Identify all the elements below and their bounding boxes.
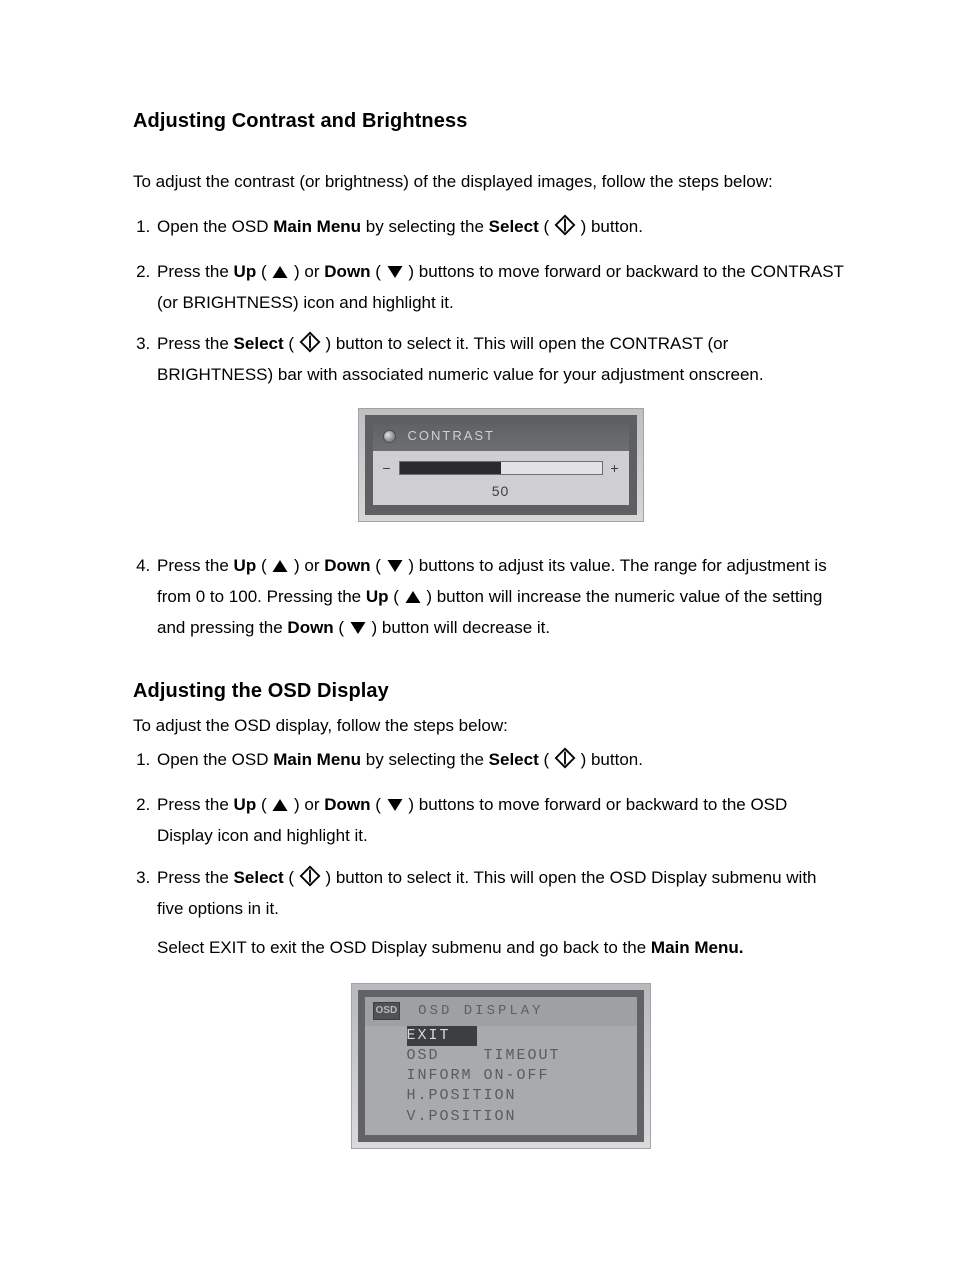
bold: Up (234, 262, 257, 281)
up-triangle-icon (271, 795, 289, 822)
contrast-panel-inner: CONTRAST − + 50 (365, 415, 637, 515)
intro-osd: To adjust the OSD display, follow the st… (133, 713, 844, 739)
step-2: Press the Up ( ) or Down ( ) buttons to … (155, 791, 844, 849)
steps-contrast: Open the OSD Main Menu by selecting the … (133, 213, 844, 646)
osd-title: OSD DISPLAY (418, 1000, 543, 1022)
text: ( (284, 334, 299, 353)
bold: Up (234, 556, 257, 575)
figure-contrast-panel: CONTRAST − + 50 (157, 408, 844, 522)
text: ( (539, 217, 554, 236)
text: Press the (157, 262, 234, 281)
text: ( (371, 262, 386, 281)
step-2: Press the Up ( ) or Down ( ) buttons to … (155, 258, 844, 316)
bold: Down (324, 262, 370, 281)
step-1: Open the OSD Main Menu by selecting the … (155, 213, 844, 244)
select-icon (299, 865, 321, 895)
bold: Main Menu (273, 217, 361, 236)
contrast-bar-fill (400, 462, 501, 474)
step-3: Press the Select ( ) button to select it… (155, 864, 844, 1149)
bold: Up (234, 795, 257, 814)
contrast-bar (399, 461, 603, 475)
text: ( (389, 587, 404, 606)
contrast-panel: CONTRAST − + 50 (358, 408, 644, 522)
heading-contrast-brightness: Adjusting Contrast and Brightness (133, 110, 844, 133)
select-icon (554, 747, 576, 777)
text: by selecting the (361, 217, 489, 236)
figure-osd-panel: OSD OSD DISPLAY EXIT OSD TIMEOUT INFORM … (157, 983, 844, 1149)
select-icon (554, 214, 576, 244)
up-triangle-icon (271, 262, 289, 289)
osd-panel: OSD OSD DISPLAY EXIT OSD TIMEOUT INFORM … (351, 983, 651, 1149)
select-icon (299, 331, 321, 361)
down-triangle-icon (386, 556, 404, 583)
contrast-title: CONTRAST (408, 426, 496, 447)
text: Press the (157, 795, 234, 814)
osd-title-row: OSD OSD DISPLAY (365, 997, 637, 1025)
text: ( (334, 618, 349, 637)
text: ( (539, 750, 554, 769)
text: ( (371, 556, 386, 575)
contrast-panel-header: CONTRAST (373, 423, 629, 451)
osd-item-timeout: OSD TIMEOUT (407, 1046, 637, 1066)
down-triangle-icon (386, 795, 404, 822)
step-1: Open the OSD Main Menu by selecting the … (155, 746, 844, 777)
step-4: Press the Up ( ) or Down ( ) buttons to … (155, 552, 844, 646)
text: Press the (157, 868, 234, 887)
heading-osd-display: Adjusting the OSD Display (133, 680, 844, 703)
osd-badge-icon: OSD (373, 1002, 401, 1020)
text: ( (256, 262, 271, 281)
contrast-value: 50 (373, 480, 629, 505)
bold: Main Menu. (651, 938, 744, 957)
text: by selecting the (361, 750, 489, 769)
text: ) or (289, 556, 324, 575)
text: ) or (289, 262, 324, 281)
text: ) button will decrease it. (367, 618, 550, 637)
minus-label: − (381, 457, 393, 479)
text: ) button. (576, 217, 643, 236)
bold: Select (489, 750, 539, 769)
bold: Down (324, 556, 370, 575)
text: Press the (157, 334, 234, 353)
text: Select EXIT to exit the OSD Display subm… (157, 938, 651, 957)
bold: Down (287, 618, 333, 637)
text: ( (371, 795, 386, 814)
osd-item-inform: INFORM ON-OFF (407, 1066, 637, 1086)
down-triangle-icon (349, 618, 367, 645)
osd-item-hposition: H.POSITION (407, 1086, 637, 1106)
text: ( (256, 556, 271, 575)
bold: Select (234, 868, 284, 887)
text: ( (284, 868, 299, 887)
contrast-disc-icon (383, 430, 396, 443)
osd-item-exit: EXIT (407, 1026, 477, 1046)
step-3: Press the Select ( ) button to select it… (155, 330, 844, 522)
bold: Down (324, 795, 370, 814)
text: Open the OSD (157, 750, 273, 769)
bold: Select (234, 334, 284, 353)
document-page: Adjusting Contrast and Brightness To adj… (0, 0, 954, 1283)
osd-item-vposition: V.POSITION (407, 1107, 637, 1127)
down-triangle-icon (386, 262, 404, 289)
text: ) button. (576, 750, 643, 769)
contrast-slider-row: − + (373, 451, 629, 479)
exit-note: Select EXIT to exit the OSD Display subm… (157, 934, 844, 961)
osd-menu-list: EXIT OSD TIMEOUT INFORM ON-OFF H.POSITIO… (365, 1026, 637, 1135)
intro-contrast: To adjust the contrast (or brightness) o… (133, 169, 844, 195)
plus-label: + (609, 457, 621, 479)
bold: Up (366, 587, 389, 606)
steps-osd: Open the OSD Main Menu by selecting the … (133, 746, 844, 1149)
text: Open the OSD (157, 217, 273, 236)
text: Press the (157, 556, 234, 575)
bold: Select (489, 217, 539, 236)
text: ) or (289, 795, 324, 814)
up-triangle-icon (404, 587, 422, 614)
bold: Main Menu (273, 750, 361, 769)
osd-panel-inner: OSD OSD DISPLAY EXIT OSD TIMEOUT INFORM … (358, 990, 644, 1142)
text: ( (256, 795, 271, 814)
up-triangle-icon (271, 556, 289, 583)
